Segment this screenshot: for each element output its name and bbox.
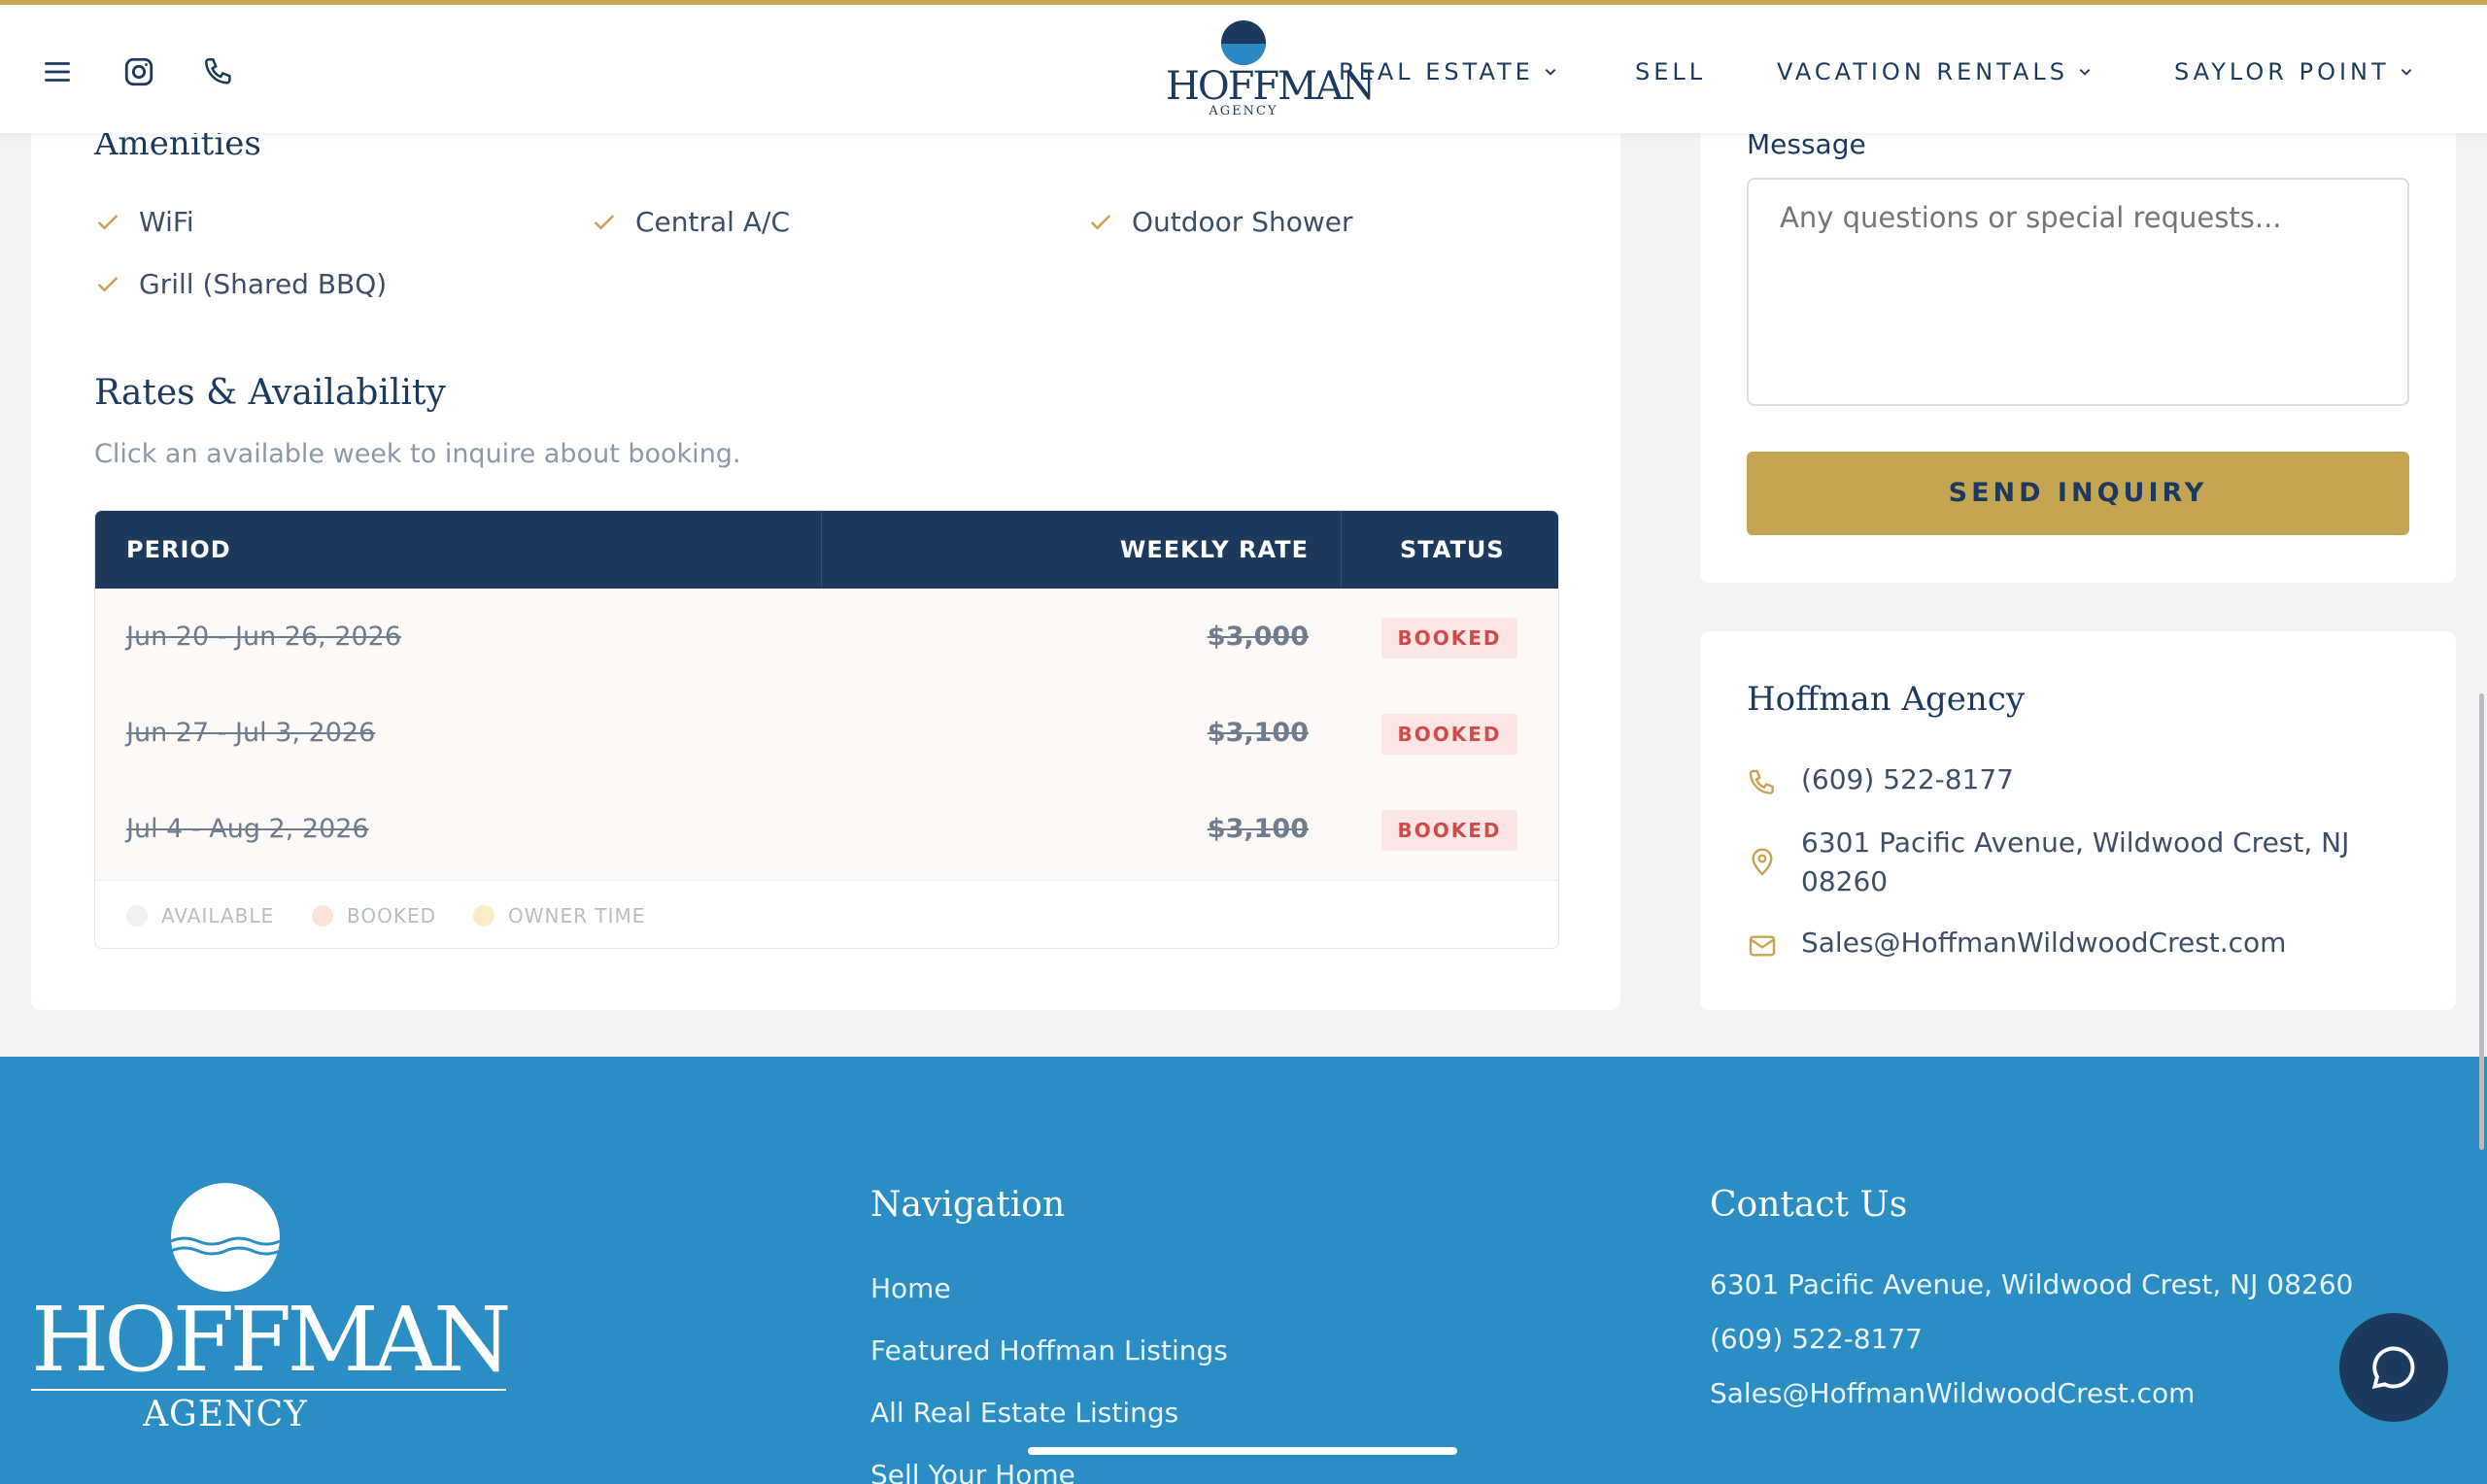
footer-logo-subtitle: AGENCY [143, 1395, 308, 1434]
legend-swatch-available [126, 905, 148, 927]
amenity-item: Outdoor Shower [1087, 206, 1353, 238]
footer-link-featured-listings[interactable]: Featured Hoffman Listings [870, 1334, 1228, 1366]
send-inquiry-button[interactable]: SEND INQUIRY [1747, 452, 2409, 535]
mail-icon [1749, 935, 1776, 957]
chevron-down-icon [2401, 69, 2411, 76]
availability-legend: AVAILABLE BOOKED OWNER TIME [95, 880, 1558, 948]
agency-address-line1: 6301 Pacific Avenue, Wildwood Crest, NJ [1801, 826, 2350, 859]
table-row[interactable]: Jun 27 - Jul 3, 2026 $3,100 BOOKED [95, 685, 1558, 781]
footer-link-home[interactable]: Home [870, 1272, 951, 1304]
nav-saylor-point-label: SAYLOR POINT [2174, 58, 2390, 85]
chat-bubble-icon [2371, 1346, 2415, 1390]
amenity-item: WiFi [94, 206, 194, 238]
footer-contact-heading: Contact Us [1710, 1185, 1908, 1225]
chevron-down-icon [1545, 69, 1556, 76]
legend-label: AVAILABLE [161, 904, 275, 928]
rates-subtitle: Click an available week to inquire about… [94, 439, 741, 469]
footer-contact-phone[interactable]: (609) 522-8177 [1710, 1323, 1923, 1355]
footer-link-sell-your-home[interactable]: Sell Your Home [870, 1459, 1075, 1484]
column-header-weekly-rate: WEEKLY RATE [1119, 536, 1309, 563]
rate-cell: $3,100 [1207, 814, 1309, 844]
message-textarea[interactable] [1747, 178, 2409, 406]
agency-phone-text: (609) 522-8177 [1801, 763, 2014, 795]
table-row[interactable]: Jul 4 - Aug 2, 2026 $3,100 BOOKED [95, 781, 1558, 877]
legend-label: OWNER TIME [508, 904, 646, 928]
period-cell: Jun 27 - Jul 3, 2026 [126, 718, 376, 748]
nav-real-estate-label: REAL ESTATE [1339, 58, 1534, 85]
home-indicator [1028, 1447, 1457, 1455]
chat-button[interactable] [2339, 1313, 2448, 1422]
phone-icon[interactable] [202, 55, 235, 88]
amenity-label: Central A/C [635, 206, 790, 238]
site-header: HOFFMAN AGENCY REAL ESTATE SELL VACATION… [0, 0, 2487, 133]
status-badge: BOOKED [1381, 810, 1517, 851]
logo-sun-icon [1221, 20, 1266, 65]
map-pin-icon [1752, 848, 1773, 876]
header-logo[interactable]: HOFFMAN AGENCY [1166, 20, 1376, 129]
table-header: PERIOD WEEKLY RATE STATUS [95, 511, 1558, 589]
site-footer: HOFFMAN AGENCY Navigation Home Featured … [0, 1057, 2487, 1484]
wave-icon [171, 1236, 280, 1256]
agency-title: Hoffman Agency [1747, 680, 2026, 719]
agency-email-text: Sales@HoffmanWildwoodCrest.com [1801, 927, 2287, 959]
period-cell: Jul 4 - Aug 2, 2026 [126, 814, 369, 844]
menu-icon[interactable] [41, 55, 74, 88]
nav-vacation-rentals-label: VACATION RENTALS [1777, 58, 2069, 85]
footer-logo-sun-icon [171, 1183, 280, 1292]
footer-logo[interactable]: HOFFMAN AGENCY [31, 1183, 511, 1434]
nav-sell-label: SELL [1635, 58, 1707, 85]
table-body: Jun 20 - Jun 26, 2026 $3,000 BOOKED Jun … [95, 589, 1558, 880]
column-divider [821, 511, 822, 589]
agency-phone[interactable]: (609) 522-8177 [1747, 763, 2014, 798]
legend-available: AVAILABLE [126, 881, 275, 948]
chevron-down-icon [2079, 69, 2091, 76]
status-badge: BOOKED [1381, 618, 1517, 658]
footer-navigation-heading: Navigation [870, 1185, 1066, 1225]
amenity-label: Grill (Shared BBQ) [139, 268, 388, 300]
check-icon [1090, 214, 1111, 230]
legend-owner-time: OWNER TIME [473, 881, 646, 948]
legend-label: BOOKED [347, 904, 437, 928]
status-badge: BOOKED [1381, 714, 1517, 755]
table-row[interactable]: Jun 20 - Jun 26, 2026 $3,000 BOOKED [95, 589, 1558, 685]
nav-saylor-point[interactable]: SAYLOR POINT [2174, 55, 2413, 88]
column-header-status: STATUS [1400, 536, 1505, 563]
amenity-label: Outdoor Shower [1132, 206, 1353, 238]
legend-swatch-owner-time [473, 905, 494, 927]
column-divider [1341, 511, 1342, 589]
amenity-label: WiFi [139, 206, 194, 238]
rate-cell: $3,000 [1207, 622, 1309, 652]
agency-email[interactable]: Sales@HoffmanWildwoodCrest.com [1747, 927, 2286, 961]
footer-logo-wordmark: HOFFMAN [31, 1288, 511, 1392]
rate-cell: $3,100 [1207, 718, 1309, 748]
rates-heading: Rates & Availability [94, 373, 446, 413]
footer-link-all-listings[interactable]: All Real Estate Listings [870, 1397, 1178, 1429]
amenity-item: Grill (Shared BBQ) [94, 268, 387, 300]
legend-swatch-booked [312, 905, 333, 927]
instagram-icon[interactable] [122, 55, 155, 88]
legend-booked: BOOKED [312, 881, 437, 948]
period-cell: Jun 20 - Jun 26, 2026 [126, 622, 402, 652]
check-icon [97, 276, 119, 292]
agency-address: 6301 Pacific Avenue, Wildwood Crest, NJ … [1747, 824, 2349, 901]
check-icon [97, 214, 119, 230]
nav-sell[interactable]: SELL [1635, 55, 1706, 88]
footer-contact-email[interactable]: Sales@HoffmanWildwoodCrest.com [1710, 1377, 2195, 1409]
check-icon [594, 214, 615, 230]
rates-table: PERIOD WEEKLY RATE STATUS Jun 20 - Jun 2… [94, 510, 1559, 949]
column-header-period: PERIOD [126, 536, 231, 563]
nav-vacation-rentals[interactable]: VACATION RENTALS [1777, 55, 2092, 88]
phone-icon [1749, 769, 1774, 794]
page-scrollbar[interactable] [2479, 693, 2484, 1150]
footer-contact-address: 6301 Pacific Avenue, Wildwood Crest, NJ … [1710, 1268, 2354, 1300]
amenity-item: Central A/C [591, 206, 790, 238]
nav-real-estate[interactable]: REAL ESTATE [1339, 55, 1557, 88]
logo-wordmark: HOFFMAN [1166, 64, 1376, 109]
agency-address-line2: 08260 [1801, 865, 1889, 897]
